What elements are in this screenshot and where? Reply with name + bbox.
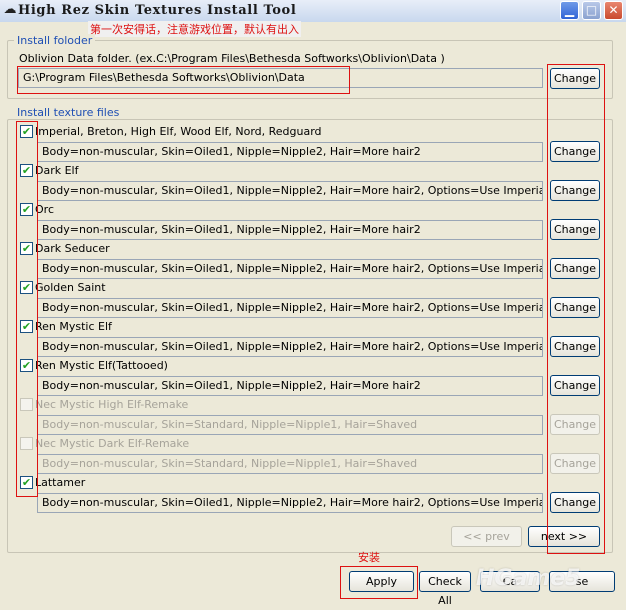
texture-option-field: Body=non-muscular, Skin=Oiled1, Nipple=N… [37, 142, 543, 162]
change-folder-button[interactable]: Change [550, 68, 600, 89]
texture-change-button[interactable]: Change [550, 453, 600, 474]
checkmark-icon: ✔ [21, 281, 32, 294]
texture-files-group-label: Install texture files [14, 106, 123, 119]
top-annotation: 第一次安得话，注意游戏位置，默认有出入 [88, 21, 301, 37]
check-all-button[interactable]: Check All [419, 571, 471, 607]
texture-label: Lattamer [35, 476, 86, 489]
texture-label: Nec Mystic High Elf-Remake [35, 398, 189, 411]
checkmark-icon: ✔ [21, 320, 32, 333]
texture-option-field: Body=non-muscular, Skin=Oiled1, Nipple=N… [37, 337, 543, 357]
next-page-button[interactable]: next >> [528, 526, 600, 547]
texture-option-field: Body=non-muscular, Skin=Oiled1, Nipple=N… [37, 493, 543, 513]
texture-option-field: Body=non-muscular, Skin=Standard, Nipple… [37, 454, 543, 474]
install-folder-group-label: Install foloder [14, 34, 96, 47]
texture-checkbox[interactable]: ✔ [20, 125, 33, 138]
app-icon: ☁ [3, 2, 17, 17]
checkmark-icon: ✔ [21, 125, 32, 138]
data-path-field[interactable]: G:\Program Files\Bethesda Softworks\Obli… [18, 68, 543, 88]
texture-change-button[interactable]: Change [550, 180, 600, 201]
texture-option-field: Body=non-muscular, Skin=Oiled1, Nipple=N… [37, 181, 543, 201]
prev-page-button[interactable]: << prev [451, 526, 522, 547]
texture-label: Nec Mystic Dark Elf-Remake [35, 437, 190, 450]
checkmark-icon: ✔ [21, 164, 32, 177]
apply-button[interactable]: Apply [349, 571, 414, 592]
texture-change-button[interactable]: Change [550, 141, 600, 162]
texture-option-field: Body=non-muscular, Skin=Standard, Nipple… [37, 415, 543, 435]
title-bar: ☁ High Rez Skin Textures Install Tool ▁ … [0, 0, 626, 22]
texture-checkbox[interactable]: ✔ [20, 203, 33, 216]
texture-change-button[interactable]: Change [550, 219, 600, 240]
texture-checkbox[interactable]: ✔ [20, 242, 33, 255]
texture-label: Dark Seducer [35, 242, 110, 255]
texture-checkbox[interactable] [20, 437, 33, 450]
window-title: High Rez Skin Textures Install Tool [18, 3, 297, 18]
texture-change-button[interactable]: Change [550, 336, 600, 357]
texture-label: Dark Elf [35, 164, 79, 177]
texture-option-field: Body=non-muscular, Skin=Oiled1, Nipple=N… [37, 298, 543, 318]
apply-annotation: 安装 [358, 551, 380, 564]
texture-option-field: Body=non-muscular, Skin=Oiled1, Nipple=N… [37, 376, 543, 396]
texture-label: Ren Mystic Elf [35, 320, 112, 333]
texture-option-field: Body=non-muscular, Skin=Oiled1, Nipple=N… [37, 259, 543, 279]
checkmark-icon: ✔ [21, 476, 32, 489]
texture-change-button[interactable]: Change [550, 492, 600, 513]
texture-option-field: Body=non-muscular, Skin=Oiled1, Nipple=N… [37, 220, 543, 240]
texture-change-button[interactable]: Change [550, 258, 600, 279]
texture-change-button[interactable]: Change [550, 297, 600, 318]
close-window-button[interactable]: ✕ [604, 1, 623, 20]
texture-checkbox[interactable] [20, 398, 33, 411]
texture-checkbox[interactable]: ✔ [20, 164, 33, 177]
maximize-button[interactable]: □ [582, 1, 601, 20]
texture-checkbox[interactable]: ✔ [20, 359, 33, 372]
texture-label: Golden Saint [35, 281, 106, 294]
texture-change-button[interactable]: Change [550, 375, 600, 396]
texture-change-button[interactable]: Change [550, 414, 600, 435]
minimize-button[interactable]: ▁ [560, 1, 579, 20]
texture-checkbox[interactable]: ✔ [20, 281, 33, 294]
checkmark-icon: ✔ [21, 203, 32, 216]
texture-label: Orc [35, 203, 54, 216]
checkmark-icon: ✔ [21, 242, 32, 255]
watermark: HGame5 [476, 566, 581, 591]
texture-checkbox[interactable]: ✔ [20, 476, 33, 489]
checkmark-icon: ✔ [21, 359, 32, 372]
texture-label: Ren Mystic Elf(Tattooed) [35, 359, 168, 372]
texture-label: Imperial, Breton, High Elf, Wood Elf, No… [35, 125, 322, 138]
data-folder-description: Oblivion Data folder. (ex.C:\Program Fil… [19, 52, 445, 65]
texture-checkbox[interactable]: ✔ [20, 320, 33, 333]
